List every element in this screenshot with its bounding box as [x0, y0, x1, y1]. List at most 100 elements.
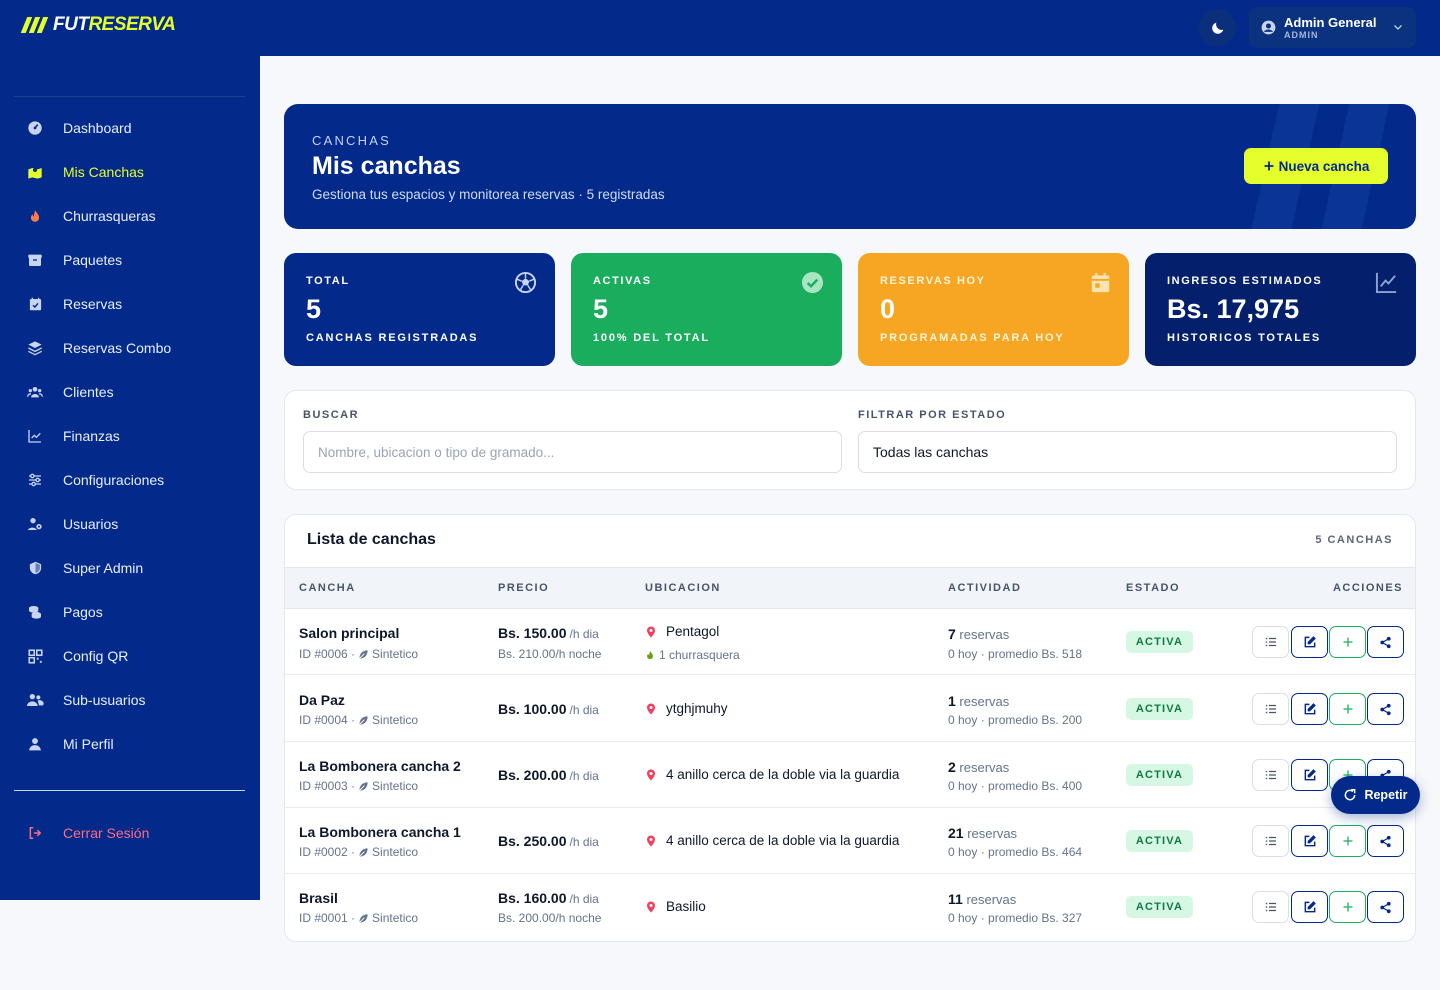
- court-surface: Sintetico: [372, 911, 419, 925]
- leaf-icon: [359, 847, 368, 857]
- sidebar-item-dashboard[interactable]: Dashboard: [14, 108, 245, 148]
- court-activity: 1 reservas: [948, 693, 1009, 709]
- edit-button[interactable]: [1291, 891, 1328, 923]
- edit-button[interactable]: [1291, 693, 1328, 725]
- churrasquera-text: 1 churrasquera: [659, 648, 740, 662]
- logout-button[interactable]: Cerrar Sesión: [14, 813, 245, 853]
- share-icon: [1380, 835, 1391, 847]
- reservation-word: reservas: [966, 892, 1017, 907]
- night-price: Bs. 210.00/h noche: [498, 647, 602, 661]
- status-filter-select[interactable]: Todas las canchas: [858, 431, 1397, 473]
- court-price: Bs. 150.00/h dia: [498, 625, 599, 641]
- plus-icon: [1343, 704, 1352, 714]
- sidebar-item-reservas-combo[interactable]: Reservas Combo: [14, 328, 245, 368]
- sidebar-item-usuarios[interactable]: Usuarios: [14, 504, 245, 544]
- user-gear-icon: [26, 515, 44, 533]
- details-button[interactable]: [1252, 891, 1289, 923]
- edit-icon: [1304, 901, 1316, 913]
- court-surface: Sintetico: [372, 713, 419, 727]
- details-button[interactable]: [1252, 825, 1289, 857]
- repeat-button[interactable]: Repetir: [1331, 776, 1420, 814]
- share-button[interactable]: [1367, 626, 1404, 658]
- price-value: Bs. 250.00: [498, 833, 567, 849]
- map-pin-icon: [647, 769, 655, 780]
- sidebar-divider: [14, 96, 245, 97]
- search-field[interactable]: [303, 431, 842, 473]
- sidebar-item-mis-canchas[interactable]: Mis Canchas: [14, 152, 245, 192]
- list-icon: [1265, 704, 1276, 714]
- share-button[interactable]: [1367, 825, 1404, 857]
- brand-logo[interactable]: FUTRESERVA: [20, 14, 176, 36]
- price-unit: /h dia: [569, 769, 599, 783]
- court-churrasquera: 1 churrasquera: [645, 648, 740, 662]
- top-bar: FUTRESERVA Admin General ADMIN: [0, 0, 1440, 56]
- reservation-word: reservas: [959, 627, 1010, 642]
- details-button[interactable]: [1252, 759, 1289, 791]
- sidebar-item-finanzas[interactable]: Finanzas: [14, 416, 245, 456]
- reservation-count: 21: [948, 825, 964, 841]
- map-pin-icon: [647, 835, 655, 846]
- share-button[interactable]: [1367, 693, 1404, 725]
- brand-part2: RESERVA: [88, 14, 176, 35]
- activity-summary: 0 hoy · promedio Bs. 400: [948, 779, 1083, 793]
- table-row: Da Paz ID #0004 · Sintetico Bs. 100.00/h …: [285, 676, 1415, 742]
- sidebar-item-label: Dashboard: [63, 120, 132, 136]
- search-input[interactable]: [318, 444, 841, 460]
- sidebar-item-pagos[interactable]: Pagos: [14, 592, 245, 632]
- sidebar-item-super-admin[interactable]: Super Admin: [14, 548, 245, 588]
- chart-line-icon: [26, 427, 44, 445]
- sidebar-item-mi-perfil[interactable]: Mi Perfil: [14, 724, 245, 764]
- add-reservation-button[interactable]: [1329, 693, 1366, 725]
- court-location: 4 anillo cerca de la doble via la guardi…: [645, 767, 899, 782]
- status-badge: ACTIVA: [1126, 830, 1193, 852]
- list-icon: [1265, 637, 1276, 647]
- sidebar-item-label: Pagos: [63, 604, 103, 620]
- court-location: Pentagol: [645, 624, 719, 639]
- sidebar-item-churrasqueras[interactable]: Churrasqueras: [14, 196, 245, 236]
- details-button[interactable]: [1252, 693, 1289, 725]
- court-name: La Bombonera cancha 2: [299, 758, 461, 774]
- edit-button[interactable]: [1291, 825, 1328, 857]
- details-button[interactable]: [1252, 626, 1289, 658]
- sidebar-item-reservas[interactable]: Reservas: [14, 284, 245, 324]
- edit-button[interactable]: [1291, 759, 1328, 791]
- sidebar-item-clientes[interactable]: Clientes: [14, 372, 245, 412]
- reservation-count: 2: [948, 759, 956, 775]
- calendar-icon: [1091, 272, 1110, 293]
- table-title: Lista de canchas: [307, 531, 436, 548]
- edit-icon: [1304, 835, 1316, 847]
- status-filter-label: FILTRAR POR ESTADO: [858, 409, 1007, 421]
- user-role: ADMIN: [1284, 29, 1319, 40]
- add-reservation-button[interactable]: [1329, 626, 1366, 658]
- row-actions: [1252, 626, 1404, 658]
- map-pin-icon: [647, 703, 655, 714]
- table-header: CANCHA PRECIO UBICACION ACTIVIDAD ESTADO…: [285, 567, 1415, 609]
- fire-icon: [647, 650, 653, 660]
- user-icon: [26, 735, 44, 753]
- table-row: Brasil ID #0001 · Sintetico Bs. 160.00/h …: [285, 874, 1415, 940]
- court-id-text: ID #0002 ·: [299, 845, 356, 859]
- court-price: Bs. 100.00/h dia: [498, 701, 599, 717]
- status-badge: ACTIVA: [1126, 764, 1193, 786]
- add-reservation-button[interactable]: [1329, 825, 1366, 857]
- column-header: ACTIVIDAD: [948, 582, 1022, 594]
- reservation-word: reservas: [959, 694, 1010, 709]
- share-button[interactable]: [1367, 891, 1404, 923]
- sidebar-item-configuraciones[interactable]: Configuraciones: [14, 460, 245, 500]
- user-group-icon: [26, 691, 44, 709]
- edit-button[interactable]: [1291, 626, 1328, 658]
- column-header: PRECIO: [498, 582, 550, 594]
- row-actions: [1252, 891, 1404, 923]
- theme-toggle-button[interactable]: [1199, 9, 1236, 46]
- price-unit: /h dia: [569, 703, 599, 717]
- add-reservation-button[interactable]: [1329, 891, 1366, 923]
- new-court-button[interactable]: Nueva cancha: [1244, 148, 1388, 184]
- sidebar-item-sub-usuarios[interactable]: Sub-usuarios: [14, 680, 245, 720]
- court-surface: Sintetico: [372, 779, 419, 793]
- sidebar-item-paquetes[interactable]: Paquetes: [14, 240, 245, 280]
- reservation-count: 1: [948, 693, 956, 709]
- table-row: La Bombonera cancha 1 ID #0002 · Sintetic…: [285, 808, 1415, 874]
- user-menu-button[interactable]: Admin General ADMIN: [1249, 7, 1416, 48]
- trend-icon: [1375, 272, 1397, 294]
- sidebar-item-config-qr[interactable]: Config QR: [14, 636, 245, 676]
